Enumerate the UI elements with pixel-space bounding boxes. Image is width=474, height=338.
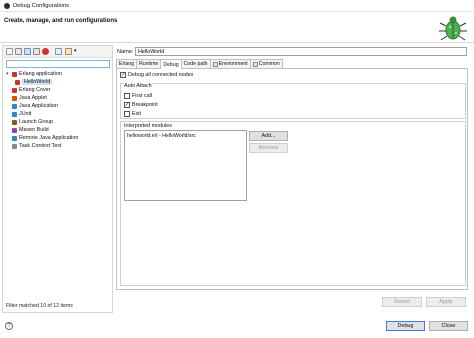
new-prototype-icon[interactable] <box>15 48 22 55</box>
chevron-down-icon[interactable]: ▾ <box>74 48 77 54</box>
new-config-icon[interactable] <box>6 48 13 55</box>
duplicate-icon[interactable] <box>33 48 40 55</box>
configuration-editor: Name: Erlang Runtime Debug Code path Env… <box>115 45 469 313</box>
java-application-icon <box>12 103 17 109</box>
filter-icon[interactable] <box>65 48 72 55</box>
interpreted-modules-title: Interpreted modules <box>124 123 172 129</box>
close-button[interactable]: Close <box>429 321 468 331</box>
erlang-icon <box>12 71 17 77</box>
debug-button[interactable]: Debug <box>386 321 425 331</box>
auto-attach-title: Auto Attach <box>124 83 152 89</box>
config-tree: ▾ Erlang application HelloWorld Erlang Co… <box>6 70 110 150</box>
configuration-tree-pane: ▾ ▾ Erlang application HelloWorld Erlang … <box>2 45 113 313</box>
common-icon <box>252 61 258 67</box>
maven-icon <box>12 127 17 133</box>
breakpoint-label: Breakpoint <box>132 102 158 108</box>
tree-item-junit[interactable]: JUnit <box>6 110 110 118</box>
tab-common[interactable]: Common <box>249 59 283 68</box>
tree-item-maven-build[interactable]: Maven Build <box>6 126 110 134</box>
launch-group-icon <box>12 119 17 125</box>
auto-attach-group: Auto Attach First call ✓ Breakpoint Exit <box>120 83 466 119</box>
export-icon[interactable] <box>24 48 31 55</box>
filter-status: Filter matched 10 of 12 items <box>6 303 73 309</box>
eclipse-icon <box>4 3 10 9</box>
list-item[interactable]: helloworld.erl - HelloWorld/src <box>127 133 196 139</box>
tree-item-launch-group[interactable]: Launch Group <box>6 118 110 126</box>
first-call-checkbox[interactable] <box>124 93 130 99</box>
tree-item-java-application[interactable]: Java Application <box>6 102 110 110</box>
tree-item-helloworld[interactable]: HelloWorld <box>6 78 110 86</box>
tab-runtime[interactable]: Runtime <box>136 59 162 68</box>
debug-all-nodes-label: Debug all connected nodes <box>128 72 194 78</box>
environment-icon <box>212 61 218 67</box>
tab-erlang[interactable]: Erlang <box>116 59 137 68</box>
remove-module-button[interactable]: Remove <box>249 143 288 153</box>
exit-checkbox[interactable] <box>124 111 130 117</box>
erlang-icon <box>15 79 20 85</box>
dialog-header: Create, manage, and run configurations <box>0 12 474 43</box>
name-field[interactable] <box>135 47 467 56</box>
breakpoint-checkbox[interactable]: ✓ <box>124 102 130 108</box>
task-context-icon <box>12 143 17 149</box>
name-label: Name: <box>117 49 134 55</box>
help-icon[interactable]: ? <box>5 322 13 330</box>
collapse-all-icon[interactable] <box>55 48 62 55</box>
delete-icon[interactable] <box>42 48 49 55</box>
filter-input[interactable] <box>6 60 110 68</box>
config-tabs: Erlang Runtime Debug Code path Environme… <box>116 59 283 69</box>
header-title: Create, manage, and run configurations <box>4 18 118 24</box>
remote-java-icon <box>12 135 17 141</box>
debug-all-nodes-checkbox[interactable]: ✓ <box>120 72 126 78</box>
revert-button[interactable]: Revert <box>382 297 422 307</box>
apply-button[interactable]: Apply <box>426 297 466 307</box>
window-title: Debug Configurations <box>13 3 70 9</box>
junit-icon <box>12 111 17 117</box>
debug-tab-panel: ✓ Debug all connected nodes Auto Attach … <box>116 68 468 290</box>
window-titlebar: Debug Configurations <box>0 0 474 12</box>
exit-label: Exit <box>132 111 141 117</box>
debug-bug-icon <box>439 16 467 41</box>
tab-code-path[interactable]: Code path <box>180 59 211 68</box>
first-call-label: First call <box>132 93 153 99</box>
interpreted-modules-group: Interpreted modules helloworld.erl - Hel… <box>120 121 466 286</box>
interpreted-modules-list[interactable]: helloworld.erl - HelloWorld/src <box>124 130 247 201</box>
tree-item-task-context-test[interactable]: Task Context Test <box>6 142 110 150</box>
add-module-button[interactable]: Add... <box>249 131 288 141</box>
tree-item-erlang-application[interactable]: ▾ Erlang application <box>6 70 110 78</box>
tab-debug[interactable]: Debug <box>160 59 182 69</box>
tab-environment[interactable]: Environment <box>209 59 251 68</box>
tree-item-remote-java-application[interactable]: Remote Java Application <box>6 134 110 142</box>
tree-item-java-applet[interactable]: Java Applet <box>6 94 110 102</box>
tree-item-erlang-cover[interactable]: Erlang Cover <box>6 86 110 94</box>
tree-toolbar: ▾ <box>3 46 112 58</box>
java-applet-icon <box>12 95 17 101</box>
erlang-cover-icon <box>12 87 17 93</box>
